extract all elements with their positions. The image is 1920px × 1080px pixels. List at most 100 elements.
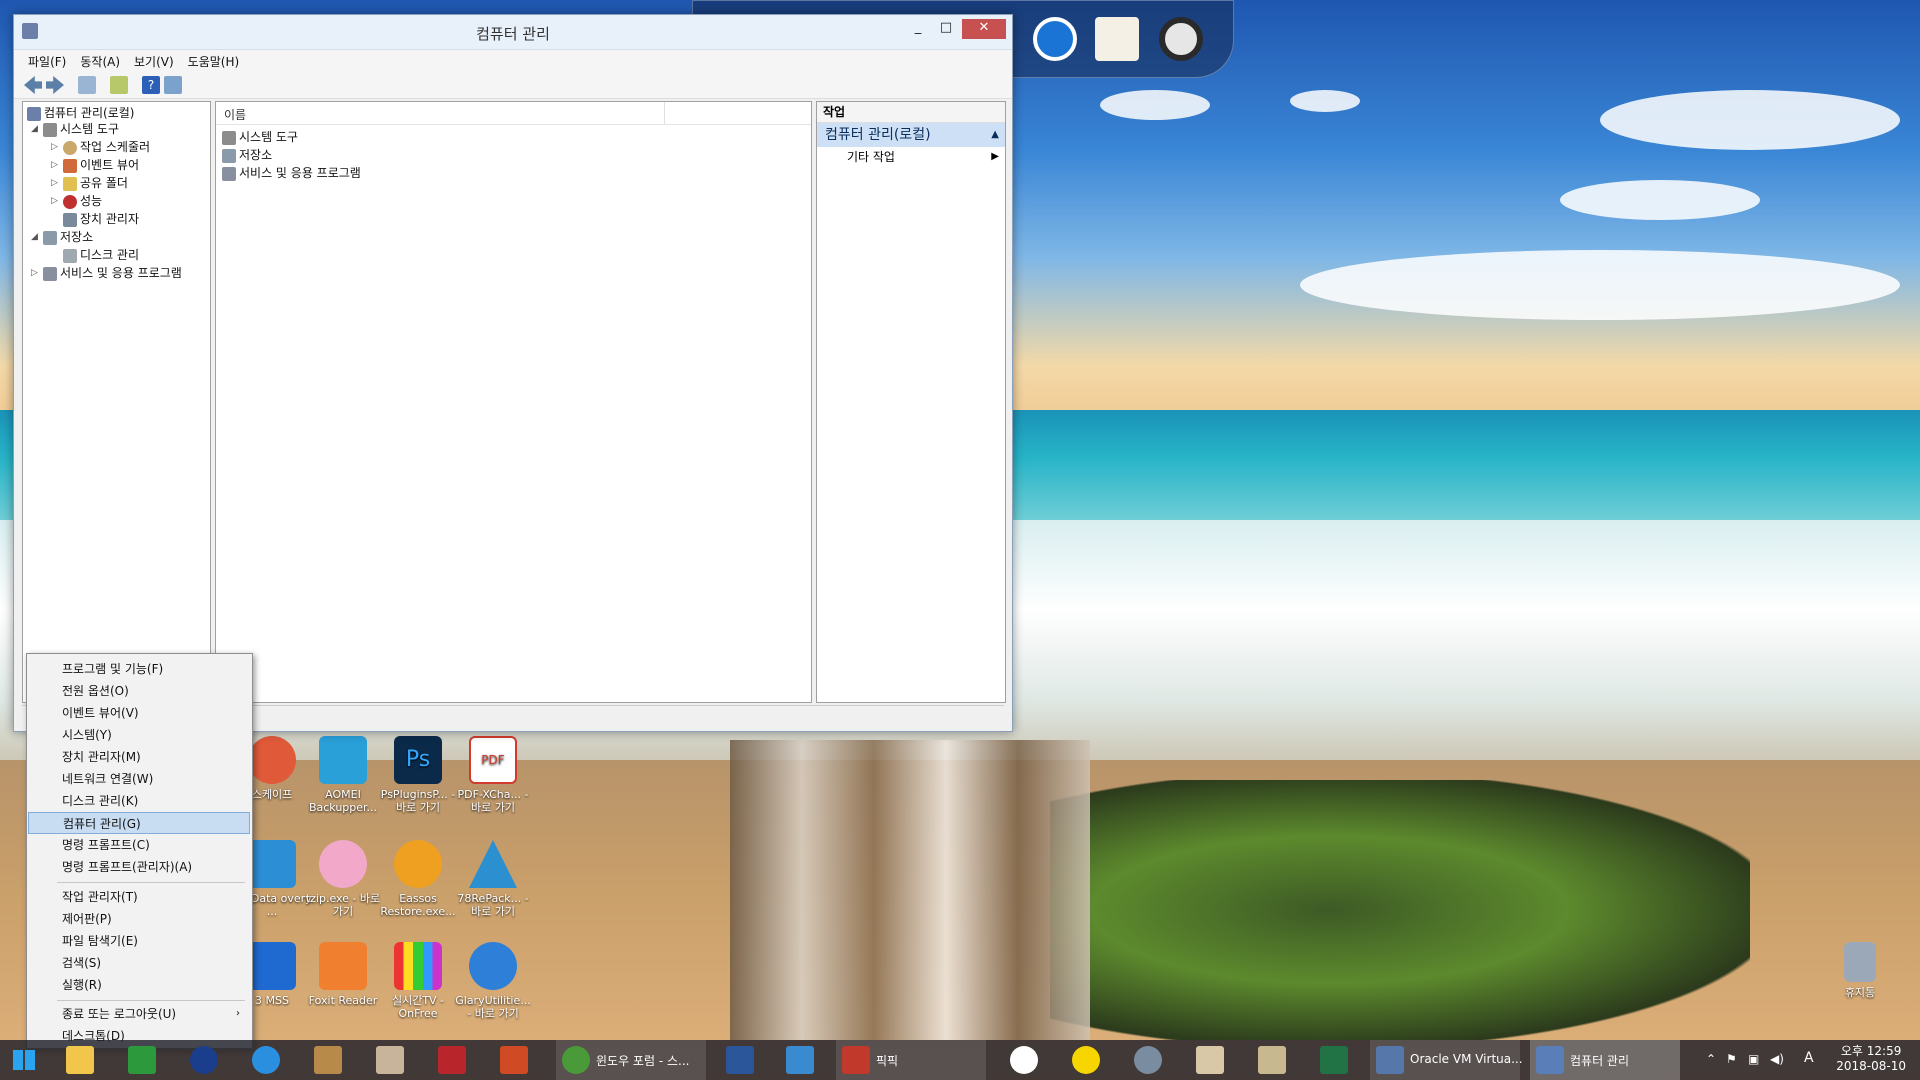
taskbar-file-explorer[interactable] [60,1040,100,1080]
desktop-icon-eassos[interactable]: Eassos Restore.exe... [378,840,458,918]
tree-item-performance[interactable]: 성능 [63,192,102,209]
tree-item-device-manager[interactable]: 장치 관리자 [63,210,139,227]
menu-item-shutdown-signout[interactable]: 종료 또는 로그아웃(U) › [28,1003,250,1025]
network-icon[interactable]: ▣ [1748,1052,1759,1066]
submenu-arrow-icon: › [236,1008,240,1019]
menu-item-event-viewer[interactable]: 이벤트 뷰어(V) [28,702,250,724]
notepad-icon[interactable] [1095,17,1139,61]
show-hide-console-tree-icon[interactable] [78,76,96,94]
taskbar-access[interactable] [432,1040,472,1080]
title-bar[interactable]: 컴퓨터 관리 _ □ ✕ [14,15,1012,50]
taskbar-picpick-window[interactable]: 픽픽 [836,1040,986,1080]
menu-item-command-prompt-admin[interactable]: 명령 프롬프트(관리자)(A) [28,856,250,878]
tree-item-services-apps[interactable]: 서비스 및 응용 프로그램 [43,264,182,281]
taskbar-help[interactable] [184,1040,224,1080]
desktop-icon-78repack[interactable]: 78RePack... - 바로 가기 [453,840,533,918]
tree-item-disk-management[interactable]: 디스크 관리 [63,246,139,263]
expand-arrow-icon[interactable]: ▷ [31,268,38,278]
desktop-icon-psplugins[interactable]: Ps PsPluginsP... - 바로 가기 [378,736,458,814]
taskbar-cloud[interactable] [1004,1040,1044,1080]
taskbar-excel[interactable] [1314,1040,1354,1080]
expand-arrow-icon[interactable]: ▷ [51,178,58,188]
close-button[interactable]: ✕ [962,19,1006,39]
forward-arrow-icon[interactable] [46,76,64,94]
action-center-flag-icon[interactable]: ⚑ [1726,1052,1737,1066]
taskbar-powerpoint[interactable] [494,1040,534,1080]
menu-item-run[interactable]: 실행(R) [28,974,250,996]
taskbar-internet-explorer[interactable] [246,1040,286,1080]
menu-help[interactable]: 도움말(H) [188,53,240,70]
menu-item-computer-management[interactable]: 컴퓨터 관리(G) [28,812,250,834]
menu-item-search[interactable]: 검색(S) [28,952,250,974]
minimize-button[interactable]: _ [904,19,932,39]
ime-indicator[interactable]: A [1804,1050,1814,1066]
menu-file[interactable]: 파일(F) [28,53,66,70]
menu-item-system[interactable]: 시스템(Y) [28,724,250,746]
desktop-icon-foxit[interactable]: Foxit Reader [303,942,383,1007]
show-hide-action-pane-icon[interactable] [164,76,182,94]
tree-item-storage[interactable]: 저장소 [43,228,93,245]
taskbar-virtualbox-window[interactable]: Oracle VM Virtua... [1370,1040,1523,1080]
collapse-arrow-icon[interactable]: ◢ [31,232,38,242]
desktop-icon-pdfxchange[interactable]: PDF PDF-XCha... - 바로 가기 [453,736,533,814]
collapse-arrow-icon[interactable]: ◢ [31,124,38,134]
menu-item-disk-management[interactable]: 디스크 관리(K) [28,790,250,812]
action-section-header[interactable]: 컴퓨터 관리(로컬) ▲ [817,123,1005,147]
desktop-icon-onfree[interactable]: 실시간TV - OnFree [378,942,458,1020]
expand-arrow-icon[interactable]: ▷ [51,160,58,170]
taskbar-app-2[interactable] [780,1040,820,1080]
desktop-icon-glary[interactable]: GlaryUtilitie... - 바로 가기 [453,942,533,1020]
taskbar-archive[interactable] [308,1040,348,1080]
start-button[interactable] [0,1040,48,1080]
taskbar-chrome-window[interactable]: 윈도우 포럼 - 스... [556,1040,706,1080]
computer-management-icon [1536,1046,1564,1074]
taskbar-user-tool-2[interactable] [1252,1040,1292,1080]
more-actions-item[interactable]: 기타 작업 ▶ [817,147,1005,167]
pdf-icon: PDF [469,736,517,784]
menu-item-device-manager[interactable]: 장치 관리자(M) [28,746,250,768]
taskbar-media[interactable] [1128,1040,1168,1080]
menu-item-programs-features[interactable]: 프로그램 및 기능(F) [28,658,250,680]
tree-item-shared-folders[interactable]: 공유 폴더 [63,174,128,191]
export-list-icon[interactable] [110,76,128,94]
taskbar-store[interactable] [122,1040,162,1080]
taskbar-computer-management-window[interactable]: 컴퓨터 관리 [1530,1040,1680,1080]
desktop-icon-tzip[interactable]: tzip.exe - 바로 가기 [303,840,383,918]
expand-arrow-icon[interactable]: ▷ [51,196,58,206]
menu-item-task-manager[interactable]: 작업 관리자(T) [28,886,250,908]
tree-item-event-viewer[interactable]: 이벤트 뷰어 [63,156,139,173]
menu-action[interactable]: 동작(A) [80,53,120,70]
column-separator[interactable] [664,102,665,124]
collapse-up-icon[interactable]: ▲ [991,123,999,147]
gear-icon[interactable] [1159,17,1203,61]
tree-root[interactable]: 컴퓨터 관리(로컬) [27,104,134,121]
volume-icon[interactable]: ◀) [1770,1052,1784,1066]
list-item-storage[interactable]: 저장소 [222,146,272,163]
taskbar-app[interactable] [370,1040,410,1080]
list-item-system-tools[interactable]: 시스템 도구 [222,128,298,145]
taskbar-kakaotalk[interactable] [1066,1040,1106,1080]
tree-item-task-scheduler[interactable]: 작업 스케줄러 [63,138,150,155]
expand-arrow-icon[interactable]: ▷ [51,142,58,152]
menu-item-file-explorer[interactable]: 파일 탐색기(E) [28,930,250,952]
back-arrow-icon[interactable] [24,76,42,94]
maximize-button[interactable]: □ [932,19,960,39]
desktop-icon-recycle-bin[interactable]: 휴지통 [1820,942,1900,999]
help-icon[interactable]: ? [142,76,160,94]
taskbar-word[interactable] [720,1040,760,1080]
menu-item-command-prompt[interactable]: 명령 프롬프트(C) [28,834,250,856]
desktop-icon-aomei[interactable]: AOMEI Backupper... [303,736,383,814]
menu-item-control-panel[interactable]: 제어판(P) [28,908,250,930]
taskbar-user-tool[interactable] [1190,1040,1230,1080]
clock[interactable]: 오후 12:59 2018-08-10 [1836,1044,1906,1074]
column-name-header[interactable]: 이름 [224,106,246,123]
sync-icon[interactable] [1033,17,1077,61]
show-hidden-icons-icon[interactable]: ⌃ [1706,1052,1716,1066]
tree-label: 저장소 [60,230,94,244]
shutdown-label: 종료 또는 로그아웃(U) [62,1007,177,1021]
tree-item-system-tools[interactable]: 시스템 도구 [43,120,119,137]
menu-item-network-connections[interactable]: 네트워크 연결(W) [28,768,250,790]
menu-item-power-options[interactable]: 전원 옵션(O) [28,680,250,702]
menu-view[interactable]: 보기(V) [134,53,174,70]
list-item-services-apps[interactable]: 서비스 및 응용 프로그램 [222,164,361,181]
